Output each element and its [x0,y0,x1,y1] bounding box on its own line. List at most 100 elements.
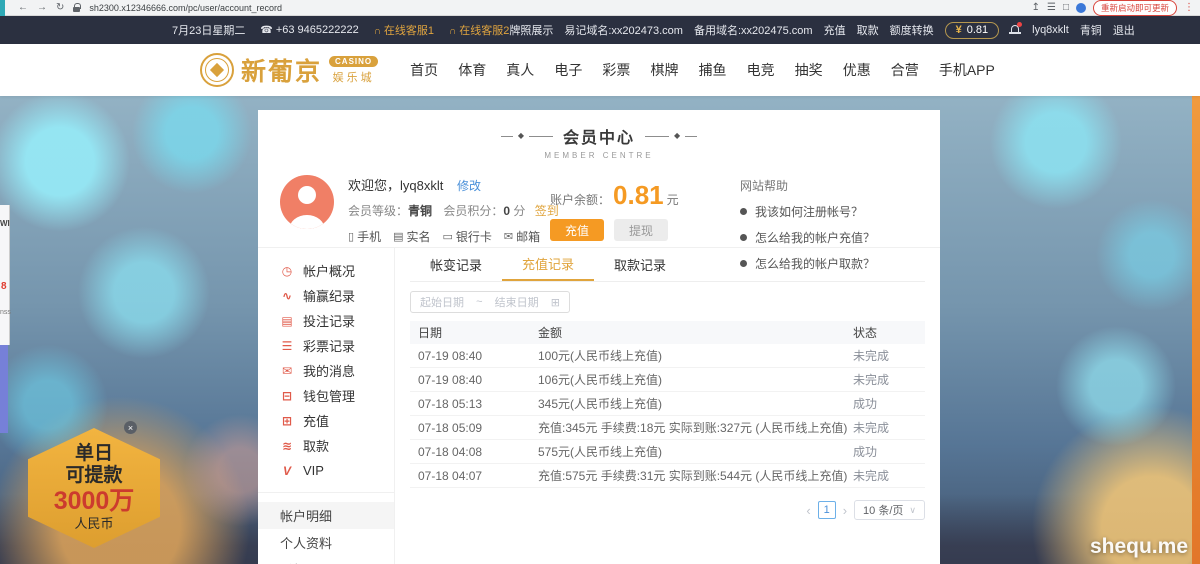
sidepanel-icon[interactable]: □ [1063,0,1069,16]
cell-status: 未完成 [853,347,925,364]
table-row: 07-19 08:40 100元(人民币线上充值) 未完成 [410,344,925,368]
page-number[interactable]: 1 [818,501,836,519]
date-range-input[interactable]: 起始日期 ~ 结束日期 ⊞ [410,291,570,313]
calendar-icon: ⊞ [551,296,560,309]
share-icon[interactable]: ↥ [1032,0,1040,16]
screen: ← → ↻ sh2300.x12346666.com/pc/user/accou… [0,0,1200,564]
cell-date: 07-19 08:40 [410,373,538,387]
sidebar-subitem-account-detail[interactable]: 帐户明细 [258,502,394,529]
cell-amount: 100元(人民币线上充值) [538,347,853,364]
start-date-placeholder: 起始日期 [420,294,464,310]
table-row: 07-18 04:07 充值:575元 手续费:31元 实际到账:544元 (人… [410,464,925,488]
verify-realname[interactable]: ▤实名 [393,228,430,245]
browser-nav-group: ← → ↻ sh2300.x12346666.com/pc/user/accou… [0,0,1032,16]
verify-email[interactable]: ✉邮箱 [504,228,540,245]
balance-amount: 0.81 [967,24,988,36]
cell-status: 未完成 [853,419,925,436]
points-unit: 分 [513,204,525,218]
back-icon[interactable]: ← [18,0,28,16]
nav-item-promos[interactable]: 优惠 [843,60,871,80]
nav-item-fishing[interactable]: 捕鱼 [699,60,727,80]
url-text[interactable]: sh2300.x12346666.com/pc/user/account_rec… [89,3,282,13]
wallet-icon: ⊟ [280,389,294,403]
sidebar-item-withdraw[interactable]: ≋取款 [258,433,394,458]
right-window-sliver [1192,96,1200,564]
deposit-link[interactable]: 充值 [824,22,846,38]
list-icon: ☰ [280,339,294,353]
logo-stack: CASINO 娱乐城 [329,56,378,85]
update-badge[interactable]: 重新启动即可更新 [1093,0,1177,16]
withdraw-button[interactable]: 提现 [614,219,668,241]
nav-item-esports[interactable]: 电竞 [747,60,775,80]
page-size-value: 10 条/页 [863,502,903,518]
nav-item-affiliate[interactable]: 合营 [891,60,919,80]
table-row: 07-19 08:40 106元(人民币线上充值) 未完成 [410,368,925,392]
prev-page-icon[interactable]: ‹ [806,503,810,518]
transfer-link[interactable]: 额度转换 [890,22,934,38]
logout-link[interactable]: 退出 [1113,22,1135,38]
verify-phone[interactable]: ▯手机 [348,228,381,245]
tab-account-changes[interactable]: 帐变记录 [410,248,502,281]
sidebar-item-account-overview[interactable]: ◷帐户概况 [258,258,394,283]
forward-icon[interactable]: → [37,0,47,16]
topbar-level: 青铜 [1080,22,1102,38]
id-card-icon: ▤ [393,230,403,243]
nav-item-home[interactable]: 首页 [410,60,438,80]
next-page-icon[interactable]: › [843,503,847,518]
page-title: 会员中心 [563,124,635,148]
topbar-date: 7月23日星期二 [172,22,245,38]
browser-profile-avatar[interactable] [1076,3,1086,13]
nav-item-lottery[interactable]: 彩票 [602,60,630,80]
browser-menu-icon[interactable]: ⋮ [1184,2,1194,13]
cell-date: 07-18 05:13 [410,397,538,411]
reload-icon[interactable]: ↻ [56,0,64,16]
withdraw-link[interactable]: 取款 [857,22,879,38]
sidebar-item-winloss[interactable]: ∿输赢纪录 [258,283,394,308]
points-value: 0 [503,204,510,218]
balance-label: 账户余额： [550,191,610,208]
deposit-card-icon: ⊞ [280,414,294,428]
left-fragment-text: nss [0,309,11,316]
nav-item-live[interactable]: 真人 [506,60,534,80]
domain2-text: 备用域名:xx202475.com [694,22,813,38]
help-link-register[interactable]: 我该如何注册帐号？ [740,203,918,220]
sidebar-item-bets[interactable]: ▤投注记录 [258,308,394,333]
sidebar-item-vip[interactable]: VVIP [258,458,394,483]
sidebar-item-wallet[interactable]: ⊟钱包管理 [258,383,394,408]
sidebar-subitem-profile[interactable]: 个人资料 [258,529,394,556]
cs2-link[interactable]: ∩在线客服2 [449,22,509,38]
left-fragment-text: WI [0,219,10,228]
notifications-bell-icon[interactable] [1010,24,1021,36]
cell-date: 07-18 04:07 [410,469,538,483]
topbar-username[interactable]: lyq8xklt [1032,24,1069,36]
sidebar-item-messages[interactable]: ✉我的消息 [258,358,394,383]
edit-link[interactable]: 修改 [457,179,481,193]
verify-bankcard[interactable]: ▭银行卡 [443,228,492,245]
sidebar-item-lottery[interactable]: ☰彩票记录 [258,333,394,358]
sidebar-item-deposit[interactable]: ⊞充值 [258,408,394,433]
nav-item-raffle[interactable]: 抽奖 [795,60,823,80]
notification-dot [1017,22,1022,27]
site-logo[interactable]: 新葡京 CASINO 娱乐城 [200,52,378,88]
cell-amount: 充值:575元 手续费:31元 实际到账:544元 (人民币线上充值) [538,467,853,484]
nav-item-slots[interactable]: 电子 [554,60,582,80]
help-link-deposit[interactable]: 怎么给我的帐户充值？ [740,229,918,246]
tab-deposits[interactable]: 充值记录 [502,248,594,281]
promo-close-icon[interactable]: × [124,421,137,434]
bullet-icon [740,234,747,241]
deposit-button[interactable]: 充值 [550,219,604,241]
records-panel: 帐变记录 充值记录 取款记录 起始日期 ~ 结束日期 ⊞ 日期 金额 状态 [395,248,940,564]
nav-item-sports[interactable]: 体育 [458,60,486,80]
points-label: 会员积分： [443,204,503,218]
chart-icon: ∿ [280,289,294,303]
balance-pill[interactable]: ¥ 0.81 [945,22,1000,39]
col-header-status: 状态 [853,324,925,341]
page-size-select[interactable]: 10 条/页 ∨ [854,500,925,520]
tab-withdrawals[interactable]: 取款记录 [594,248,686,281]
nav-item-app[interactable]: 手机APP [939,60,995,80]
cs1-link[interactable]: ∩在线客服1 [374,22,434,38]
license-link[interactable]: 牌照展示 [509,22,553,38]
nav-item-cards[interactable]: 棋牌 [650,60,678,80]
sidebar-subitem-phone[interactable]: 手机号 [258,556,394,564]
extensions-icon[interactable]: ☰ [1047,0,1056,16]
